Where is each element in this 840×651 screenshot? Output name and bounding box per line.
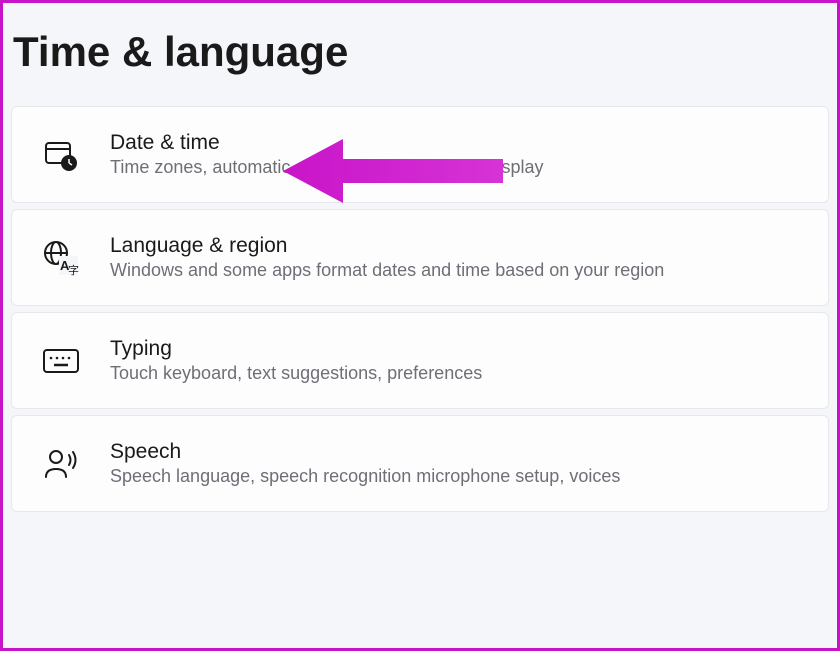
setting-text: Typing Touch keyboard, text suggestions,… (110, 337, 798, 384)
keyboard-icon (42, 342, 80, 380)
globe-language-icon: A 字 (42, 239, 80, 277)
setting-title: Typing (110, 337, 798, 361)
setting-typing[interactable]: Typing Touch keyboard, text suggestions,… (11, 312, 829, 409)
setting-subtitle: Windows and some apps format dates and t… (110, 260, 798, 281)
setting-title: Date & time (110, 131, 798, 155)
setting-subtitle: Touch keyboard, text suggestions, prefer… (110, 363, 798, 384)
setting-text: Language & region Windows and some apps … (110, 234, 798, 281)
setting-subtitle: Time zones, automatic clock settings, ca… (110, 157, 798, 178)
setting-date-time[interactable]: Date & time Time zones, automatic clock … (11, 106, 829, 203)
calendar-clock-icon (42, 136, 80, 174)
setting-text: Speech Speech language, speech recogniti… (110, 440, 798, 487)
setting-language-region[interactable]: A 字 Language & region Windows and some a… (11, 209, 829, 306)
setting-title: Speech (110, 440, 798, 464)
setting-subtitle: Speech language, speech recognition micr… (110, 466, 798, 487)
setting-text: Date & time Time zones, automatic clock … (110, 131, 798, 178)
svg-text:字: 字 (68, 263, 79, 277)
setting-title: Language & region (110, 234, 798, 258)
settings-list: Date & time Time zones, automatic clock … (3, 106, 837, 512)
speech-icon (42, 445, 80, 483)
setting-speech[interactable]: Speech Speech language, speech recogniti… (11, 415, 829, 512)
page-title: Time & language (3, 3, 837, 106)
